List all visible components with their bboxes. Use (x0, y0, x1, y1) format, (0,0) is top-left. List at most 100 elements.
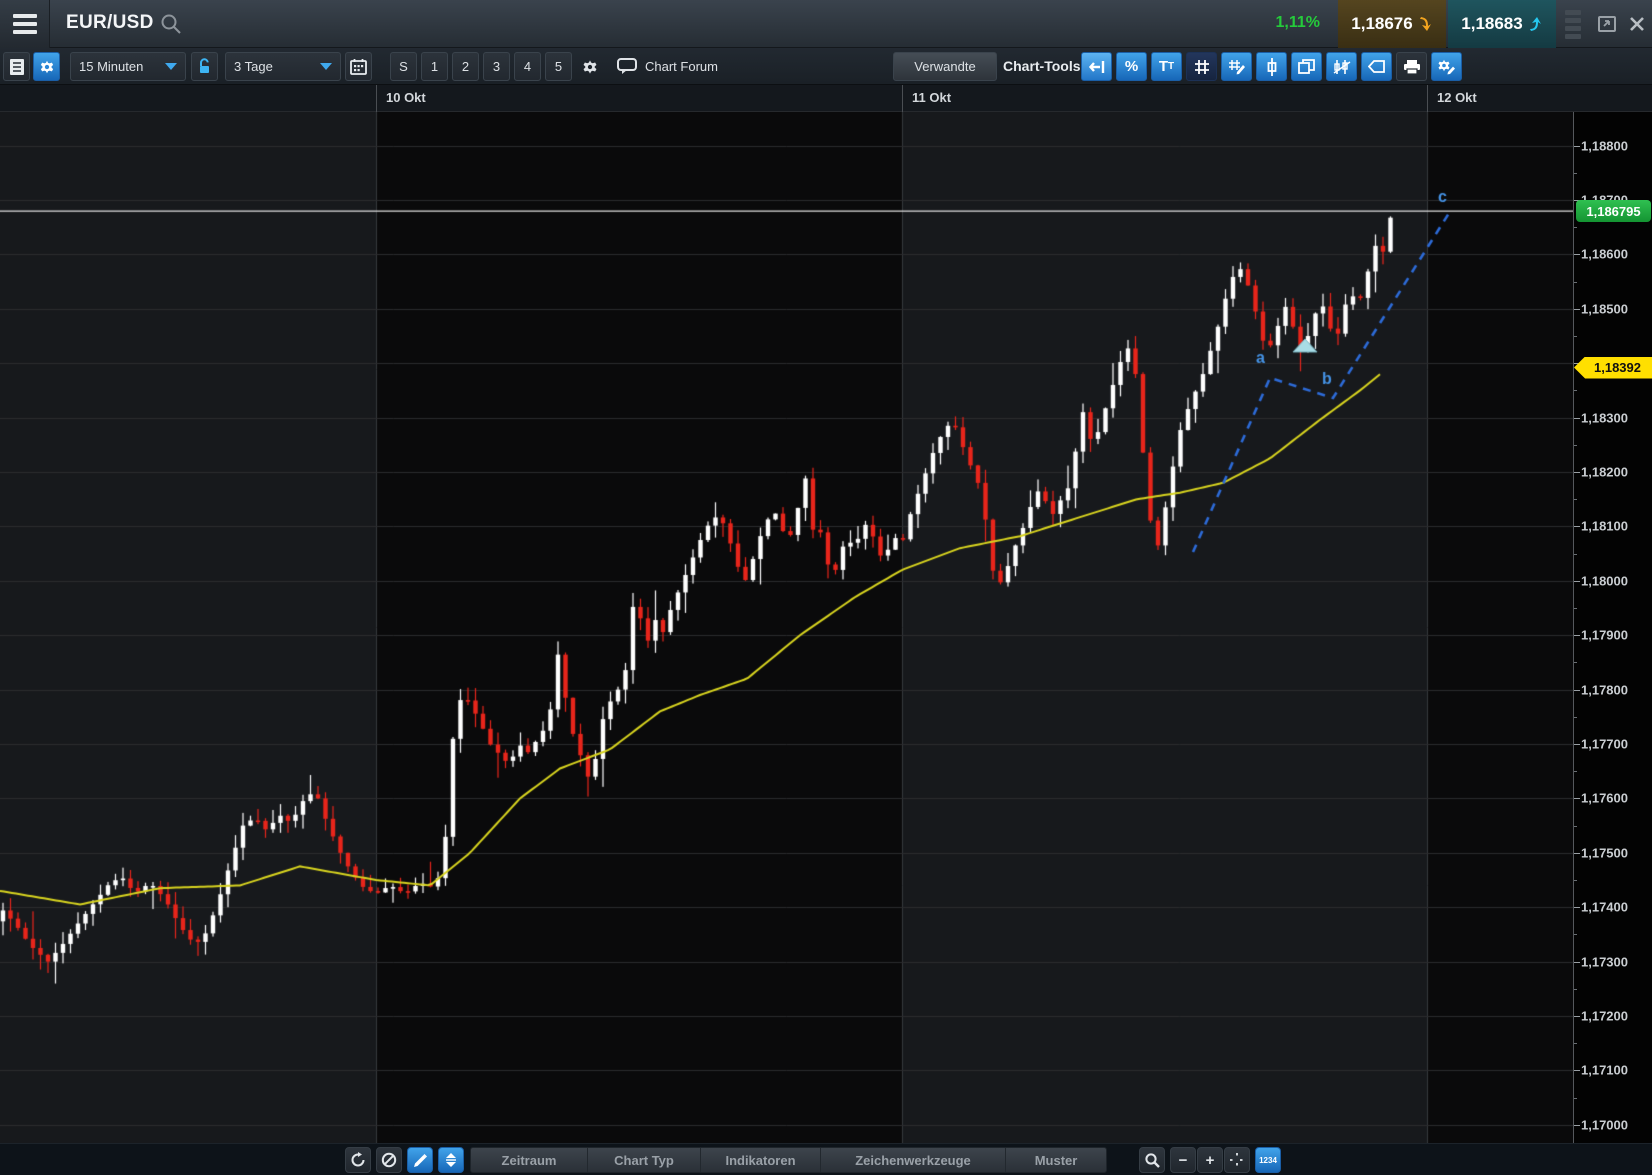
zoom-in-button[interactable]: + (1197, 1147, 1223, 1173)
no-entry-icon (381, 1152, 397, 1168)
close-window-button[interactable] (1624, 12, 1650, 36)
indikatoren-button[interactable]: Indikatoren (701, 1148, 821, 1172)
axis-tick (1574, 1016, 1580, 1017)
auto-refresh-button[interactable] (345, 1147, 371, 1173)
date-tick (1427, 85, 1428, 112)
axis-tick (1574, 798, 1580, 799)
date-label: 11 Okt (912, 90, 951, 105)
date-tick (902, 85, 903, 112)
zoom-mode-button[interactable] (1139, 1147, 1165, 1173)
price-tick-label: 1,18800 (1581, 138, 1628, 153)
text-annotation-button[interactable]: TT (1151, 52, 1182, 81)
draw-mode-button[interactable] (407, 1147, 433, 1173)
chart-plot-area[interactable] (0, 112, 1573, 1143)
interval-dropdown[interactable]: 15 Minuten (70, 52, 186, 81)
crosshair-button[interactable] (1224, 1147, 1250, 1173)
axis-tick (1574, 962, 1580, 963)
playback-settings-button[interactable] (576, 52, 603, 81)
speed-button-2[interactable]: 2 (452, 52, 479, 81)
price-tick-label: 1,17100 (1581, 1063, 1628, 1078)
chevron-down-icon (165, 63, 177, 70)
price-tick-label: 1,17000 (1581, 1117, 1628, 1132)
list-icon (9, 58, 25, 76)
print-button[interactable] (1396, 52, 1427, 81)
data-values-button[interactable]: 1234 (1255, 1147, 1281, 1173)
order-ticket-button[interactable] (3, 52, 30, 81)
speed-button-5[interactable]: 5 (545, 52, 572, 81)
axis-tick (1574, 254, 1580, 255)
tools-settings-button[interactable] (1431, 52, 1462, 81)
muster-button[interactable]: Muster (1006, 1148, 1106, 1172)
percent-scale-button[interactable]: % (1116, 52, 1147, 81)
axis-tick (1574, 309, 1580, 310)
arrow-left-bar-icon (1088, 60, 1106, 74)
buy-price: 1,18683 (1461, 14, 1522, 34)
range-dropdown[interactable]: 3 Tage (225, 52, 341, 81)
buy-price-button[interactable]: 1,18683 (1448, 0, 1556, 48)
restore-window-button[interactable] (1594, 12, 1620, 36)
candles-trend-icon (1333, 59, 1351, 75)
windows-layout-button[interactable] (1291, 52, 1322, 81)
grid-edit-button[interactable] (1221, 52, 1252, 81)
compare-button[interactable] (1326, 52, 1357, 81)
zeichenwerkzeuge-button[interactable]: Zeichenwerkzeuge (821, 1148, 1006, 1172)
restore-icon (1597, 15, 1617, 33)
grid-button[interactable] (1186, 52, 1217, 81)
axis-tick (1574, 581, 1580, 582)
chart-forum-button[interactable]: Chart Forum (612, 52, 762, 81)
axis-minor-tick (1574, 880, 1577, 881)
interval-value: 15 Minuten (79, 59, 143, 74)
axis-minor-tick (1574, 989, 1577, 990)
axis-minor-tick (1574, 662, 1577, 663)
grid-icon (1194, 59, 1210, 75)
zeitraum-button[interactable]: Zeitraum (471, 1148, 588, 1172)
speed-button-s[interactable]: S (390, 52, 417, 81)
hamburger-icon (13, 14, 37, 18)
trading-app-window: EUR/USD 1,11% 1,18676 1,18683 15 Minute (0, 0, 1652, 1175)
chart-settings-button[interactable] (33, 52, 60, 81)
speed-button-4[interactable]: 4 (514, 52, 541, 81)
axis-minor-tick (1574, 445, 1577, 446)
chart-type-candle-button[interactable] (1256, 52, 1287, 81)
speed-button-3[interactable]: 3 (483, 52, 510, 81)
disable-drawing-button[interactable] (376, 1147, 402, 1173)
date-axis[interactable]: 10 Okt11 Okt12 Okt (0, 85, 1652, 112)
price-tick-label: 1,18300 (1581, 410, 1628, 425)
arrow-up-icon (1529, 16, 1543, 32)
chat-bubble-icon (617, 58, 637, 75)
chart-typ-button[interactable]: Chart Typ (588, 1148, 701, 1172)
axis-tick (1574, 853, 1580, 854)
up-down-arrows-icon (444, 1152, 458, 1168)
price-level-badge: 1,18392 (1574, 357, 1652, 379)
sell-price-button[interactable]: 1,18676 (1338, 0, 1446, 48)
price-tick-label: 1,17300 (1581, 954, 1628, 969)
erase-drawings-button[interactable] (1361, 52, 1392, 81)
price-axis[interactable]: 1,186795 1,18392 1,188001,187001,186001,… (1573, 112, 1652, 1143)
window-drag-handle[interactable] (1560, 4, 1586, 44)
price-tick-label: 1,17400 (1581, 900, 1628, 915)
axis-tick (1574, 418, 1580, 419)
axis-minor-tick (1574, 717, 1577, 718)
axis-tick (1574, 526, 1580, 527)
collapse-tools-button[interactable] (1081, 52, 1112, 81)
overlap-windows-icon (1298, 59, 1315, 74)
numeric-badge: 1234 (1259, 1156, 1277, 1165)
price-tick-label: 1,17800 (1581, 682, 1628, 697)
pencil-icon (413, 1153, 428, 1168)
scale-adjust-button[interactable] (438, 1147, 464, 1173)
price-tick-label: 1,18600 (1581, 247, 1628, 262)
lock-scale-button[interactable] (191, 52, 218, 81)
search-icon[interactable] (160, 13, 182, 35)
axis-tick (1574, 744, 1580, 745)
zoom-out-button[interactable]: − (1170, 1147, 1196, 1173)
calendar-icon (350, 58, 367, 75)
speed-button-1[interactable]: 1 (421, 52, 448, 81)
calendar-button[interactable] (345, 52, 372, 81)
gear-pencil-icon (1437, 58, 1456, 75)
menu-button[interactable] (0, 0, 50, 48)
related-button[interactable]: Verwandte (893, 52, 997, 81)
printer-icon (1403, 59, 1421, 75)
chart-forum-label: Chart Forum (645, 59, 718, 74)
chart-toolbar: 15 Minuten 3 Tage S 1 2 3 4 5 Chart Foru… (0, 48, 1652, 85)
candlestick-chart[interactable] (0, 112, 1573, 1143)
